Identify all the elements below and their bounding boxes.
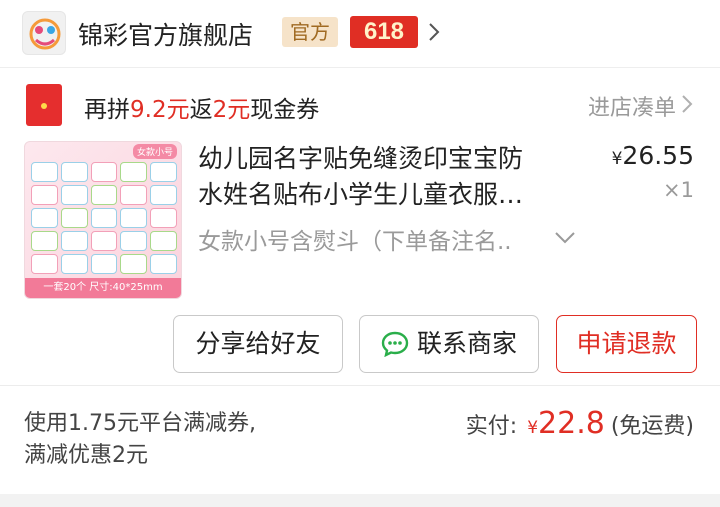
payment-currency-symbol: ¥ bbox=[527, 418, 539, 438]
payment-label: 实付: bbox=[465, 414, 518, 439]
payment-amount: 22.8 bbox=[538, 406, 605, 441]
coupon-text: 再拼9.2元返2元现金券 bbox=[84, 90, 319, 124]
promo-618-badge: 618 bbox=[350, 16, 418, 48]
request-refund-button[interactable]: 申请退款 bbox=[556, 315, 697, 373]
product-title[interactable]: 幼儿园名字贴免缝烫印宝宝防 水姓名贴布小学生儿童衣服… bbox=[198, 141, 578, 213]
official-badge: 官方 bbox=[282, 17, 338, 47]
store-logo[interactable] bbox=[22, 11, 66, 55]
shipping-note: (免运费) bbox=[610, 414, 694, 439]
product-title-line2: 水姓名贴布小学生儿童衣服… bbox=[198, 180, 524, 209]
share-button[interactable]: 分享给好友 bbox=[173, 315, 343, 373]
price-value: 26.55 bbox=[622, 141, 694, 170]
chat-bubble-icon bbox=[381, 331, 409, 357]
store-header[interactable]: 锦彩官方旗舰店 官方 618 bbox=[0, 0, 720, 68]
product-variant[interactable]: 女款小号含熨斗（下单备注名.. bbox=[198, 222, 512, 256]
chevron-right-icon[interactable] bbox=[680, 94, 694, 114]
section-divider bbox=[0, 385, 720, 386]
coupon-suffix: 现金券 bbox=[250, 97, 320, 123]
store-name[interactable]: 锦彩官方旗舰店 bbox=[78, 16, 253, 52]
product-thumbnail[interactable]: 女款小号 一套20个 尺寸:40*25mm bbox=[24, 141, 182, 299]
price-symbol: ¥ bbox=[611, 149, 623, 169]
contact-seller-label: 联系商家 bbox=[416, 329, 517, 358]
store-logo-icon bbox=[29, 18, 61, 50]
coupon-prefix: 再拼 bbox=[84, 97, 130, 123]
coupon-amount-reward: 2元 bbox=[212, 97, 251, 123]
product-quantity: ×1 bbox=[663, 178, 694, 202]
discount-line2: 满减优惠2元 bbox=[24, 443, 148, 468]
product-title-line1: 幼儿园名字贴免缝烫印宝宝防 bbox=[198, 144, 524, 173]
thumbnail-footer: 一套20个 尺寸:40*25mm bbox=[25, 278, 181, 298]
contact-seller-button[interactable]: 联系商家 bbox=[359, 315, 539, 373]
discount-line1: 使用1.75元平台满减券, bbox=[24, 411, 256, 436]
thumbnail-label-grid bbox=[31, 162, 177, 274]
coupon-mid: 返 bbox=[189, 97, 213, 123]
go-to-store-link[interactable]: 进店凑单 bbox=[588, 90, 676, 122]
red-packet-icon bbox=[26, 84, 62, 126]
bottom-separator bbox=[0, 494, 720, 507]
product-price: ¥26.55 bbox=[612, 141, 694, 170]
actual-payment: 实付: ¥22.8 (免运费) bbox=[466, 406, 694, 441]
chevron-right-icon[interactable] bbox=[426, 22, 442, 42]
discount-summary: 使用1.75元平台满减券, 满减优惠2元 bbox=[24, 408, 324, 472]
coupon-amount-target: 9.2元 bbox=[130, 97, 190, 123]
thumbnail-tag: 女款小号 bbox=[132, 144, 177, 159]
chevron-down-icon[interactable] bbox=[554, 230, 576, 246]
